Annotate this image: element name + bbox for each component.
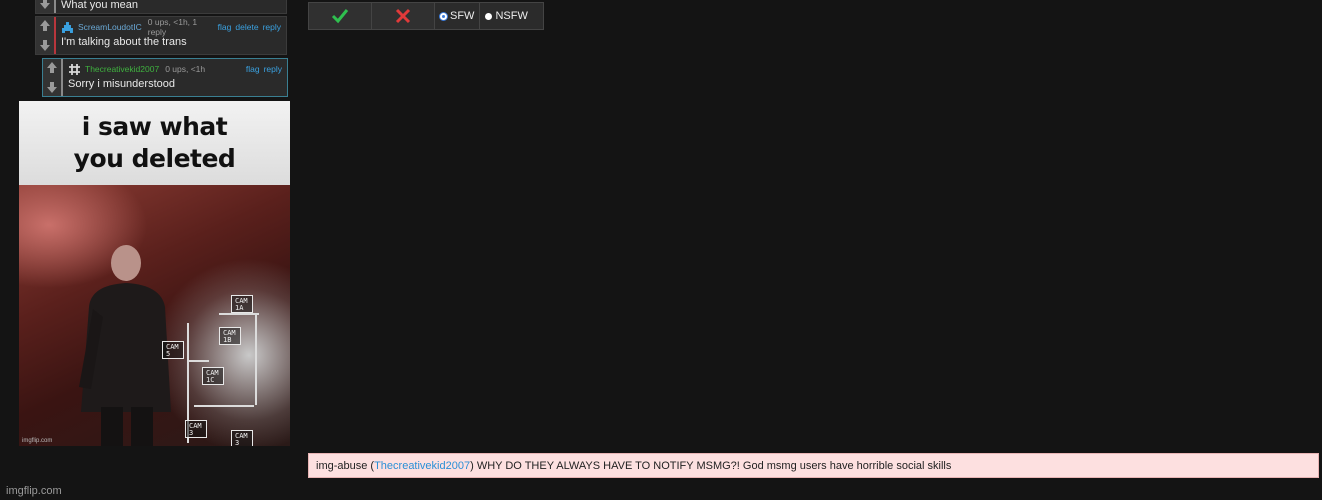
meme-watermark: imgflip.com <box>22 438 53 444</box>
check-icon <box>331 9 349 24</box>
cam-button: CAM 3 <box>231 430 253 446</box>
reply-link[interactable]: reply <box>264 64 282 74</box>
comment-meta: Thecreativekid2007 0 ups, <1h flag reply <box>68 61 282 77</box>
comment-text: What you mean <box>61 0 139 11</box>
flag-link[interactable]: flag <box>246 64 260 74</box>
abuse-notice: img-abuse ( Thecreativekid2007 ) WHY DO … <box>308 453 1319 478</box>
approve-button[interactable] <box>309 3 372 29</box>
vote-column <box>43 59 63 96</box>
nsfw-label: NSFW <box>495 10 528 22</box>
upvote-arrow-icon[interactable] <box>38 19 52 33</box>
comment-body: Thecreativekid2007 0 ups, <1h flag reply… <box>63 59 287 96</box>
comment-text: Sorry i misunderstood <box>68 78 175 90</box>
cam-button: CAM 1A <box>231 295 253 313</box>
meme-caption: i saw what you deleted <box>73 112 236 173</box>
abuse-message: ) WHY DO THEY ALWAYS HAVE TO NOTIFY MSMG… <box>470 459 952 472</box>
downvote-arrow-icon[interactable] <box>45 80 59 94</box>
map-line <box>255 315 257 405</box>
meme-image[interactable]: i saw what you deleted CAM 1A CAM 1B CAM… <box>19 101 290 446</box>
abuse-user-link[interactable]: Thecreativekid2007 <box>374 460 470 472</box>
comment-3: Thecreativekid2007 0 ups, <1h flag reply… <box>42 58 288 97</box>
comment-text: I'm talking about the trans <box>61 36 187 48</box>
radio-checked-icon <box>440 12 447 20</box>
map-line <box>219 313 259 315</box>
cam-button: CAM 1C <box>202 367 224 385</box>
reply-link[interactable]: reply <box>263 22 281 32</box>
comment-username[interactable]: Thecreativekid2007 <box>85 64 159 74</box>
comment-meta: ScreamLoudotIC 0 ups, <1h, 1 reply flag … <box>61 17 281 37</box>
x-icon <box>395 8 411 24</box>
comment-2: ScreamLoudotIC 0 ups, <1h, 1 reply flag … <box>35 16 287 55</box>
downvote-arrow-icon[interactable] <box>38 0 52 10</box>
downvote-arrow-icon[interactable] <box>38 38 52 52</box>
sfw-label: SFW <box>450 10 475 22</box>
moderation-bar: SFW NSFW <box>308 2 544 30</box>
map-line <box>194 405 254 407</box>
cam-button: CAM 5 <box>162 341 184 359</box>
reject-button[interactable] <box>372 3 435 29</box>
meme-caption-area: i saw what you deleted <box>19 101 290 185</box>
space-invader-avatar-icon[interactable] <box>61 21 74 34</box>
hashtag-avatar-icon[interactable] <box>68 63 81 76</box>
upvote-arrow-icon[interactable] <box>45 61 59 75</box>
sfw-radio[interactable]: SFW <box>435 3 481 29</box>
cam-button: CAM 1B <box>219 327 241 345</box>
comment-actions: flag delete reply <box>218 22 281 32</box>
comment-stats: 0 ups, <1h, 1 reply <box>147 17 198 37</box>
comment-body: ScreamLoudotIC 0 ups, <1h, 1 reply flag … <box>56 17 286 54</box>
comment-username[interactable]: ScreamLoudotIC <box>78 22 142 32</box>
comment-actions: flag reply <box>246 64 282 74</box>
comment-body: What you mean <box>56 0 286 13</box>
imgflip-watermark: imgflip.com <box>6 485 62 497</box>
nsfw-radio[interactable]: NSFW <box>480 3 532 29</box>
flag-link[interactable]: flag <box>218 22 232 32</box>
radio-unchecked-icon <box>485 12 493 20</box>
abuse-prefix: img-abuse ( <box>316 459 375 472</box>
comment-stats: 0 ups, <1h <box>165 64 206 74</box>
vote-column <box>36 17 56 54</box>
meme-photo: CAM 1A CAM 1B CAM 5 CAM 1C CAM 3 CAM 3 i… <box>19 185 290 446</box>
map-line <box>187 360 209 362</box>
vote-column <box>36 0 56 13</box>
comment-1: What you mean <box>35 0 287 14</box>
cam-button: CAM 3 <box>185 420 207 438</box>
delete-link[interactable]: delete <box>235 22 258 32</box>
